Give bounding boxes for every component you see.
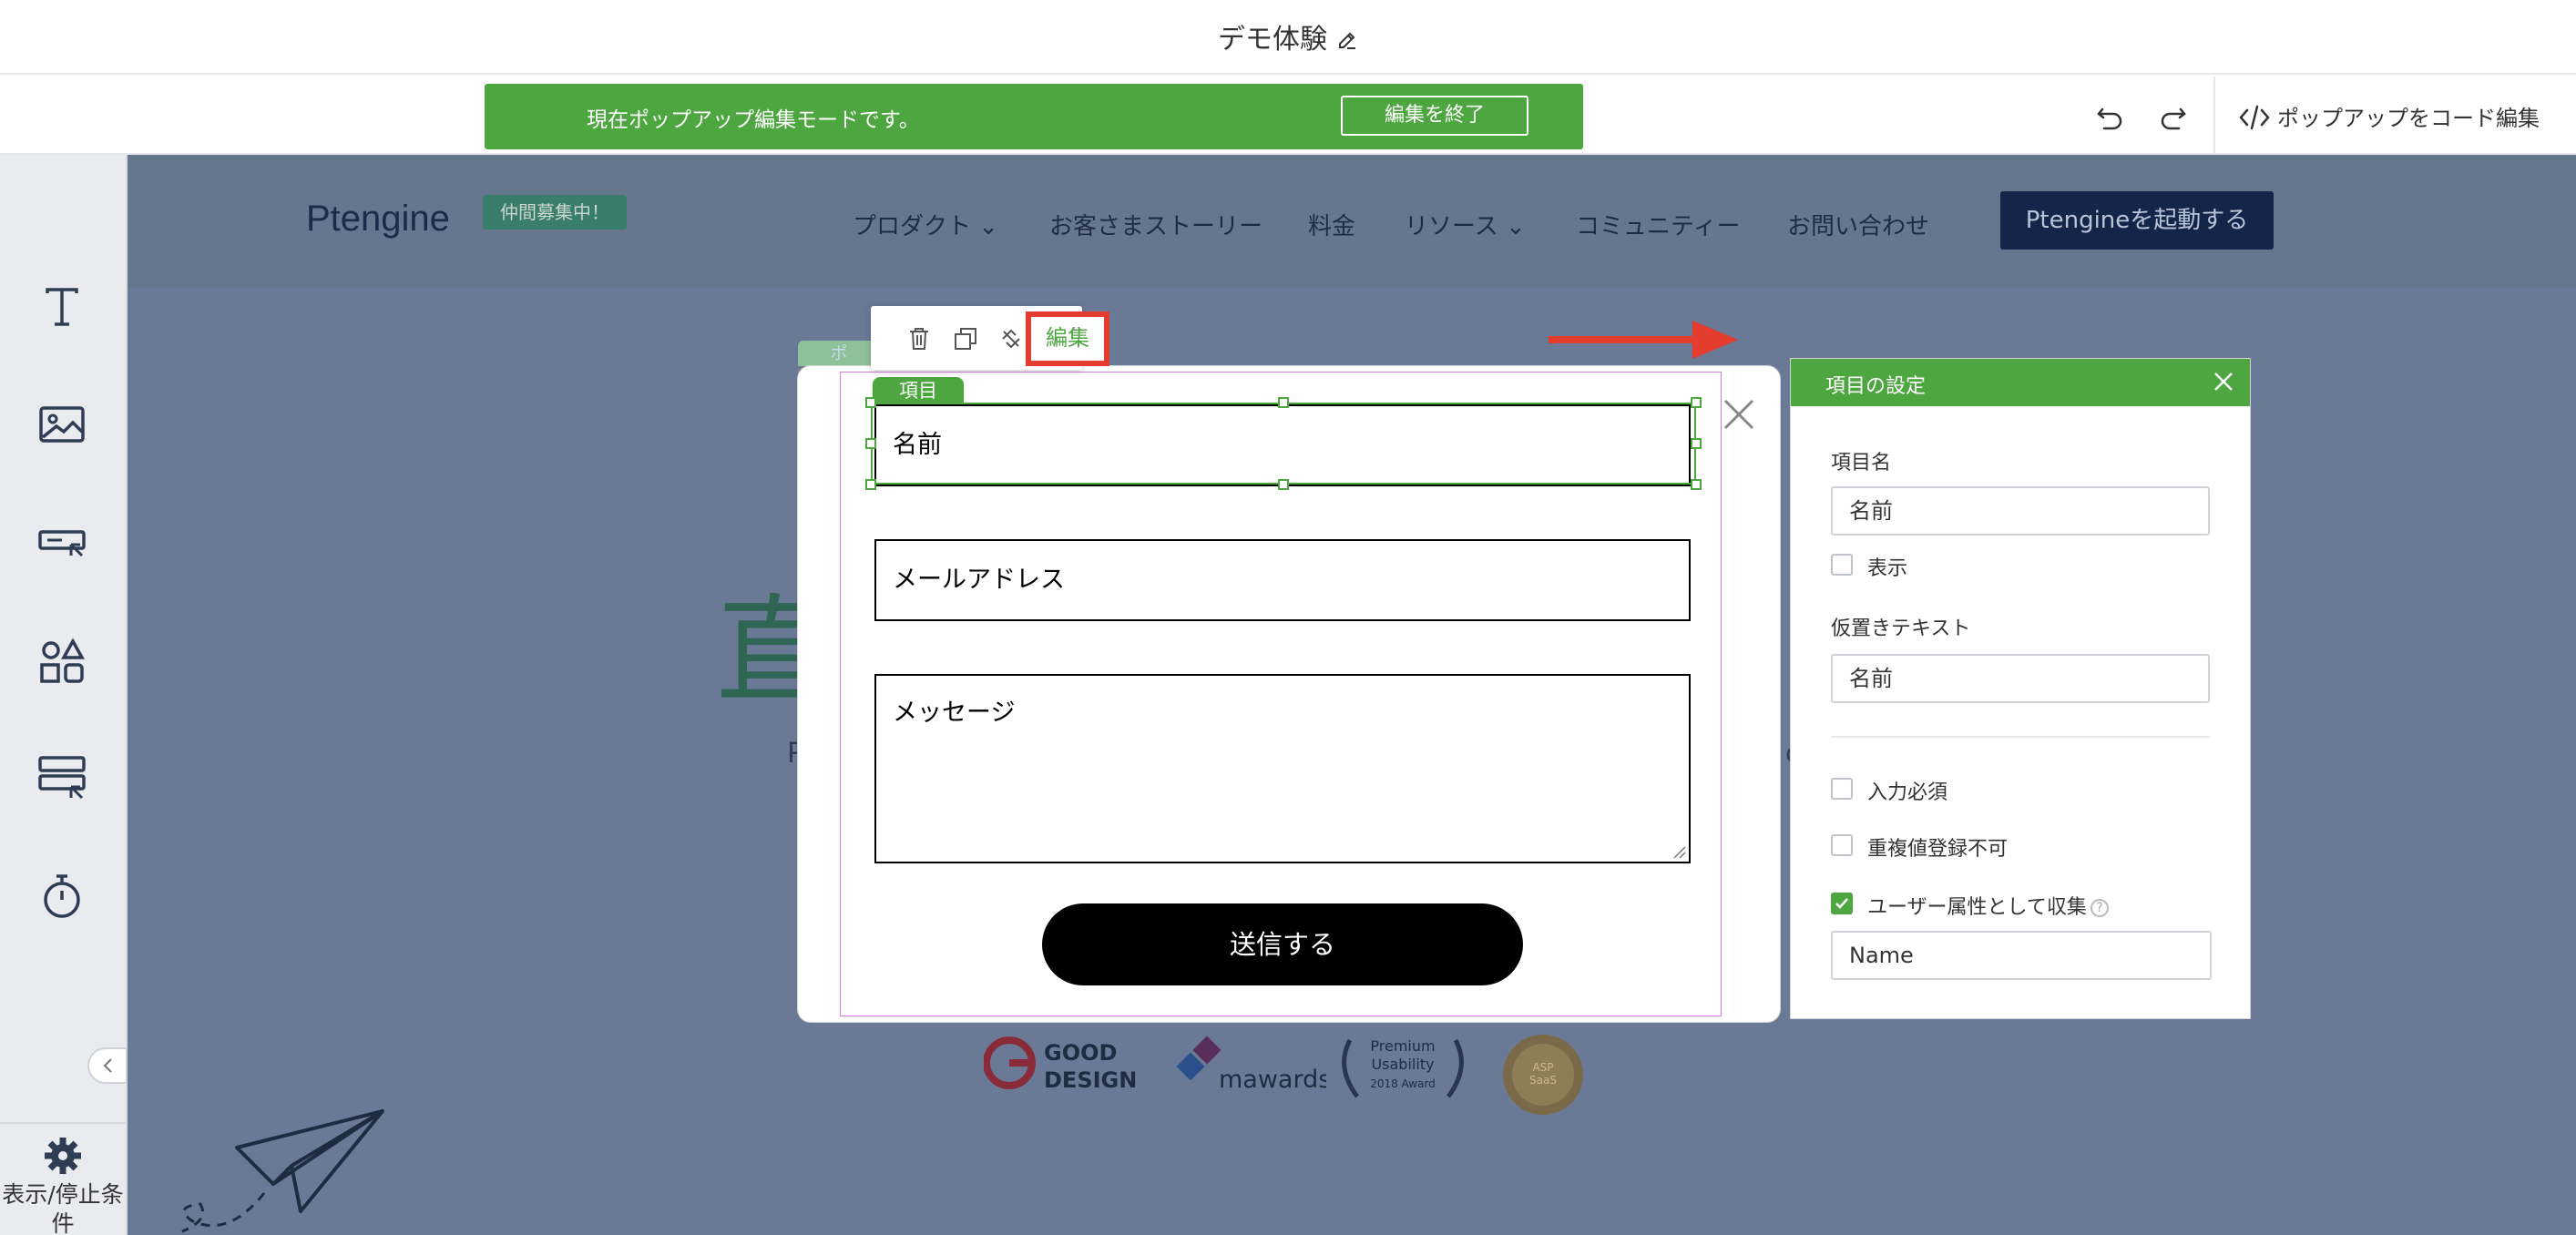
site-logo: Ptengine	[306, 199, 450, 239]
message-field[interactable]: メッセージ	[874, 674, 1691, 863]
form-tool-icon[interactable]	[35, 750, 89, 805]
image-tool-icon[interactable]	[35, 397, 89, 452]
resize-handle[interactable]	[865, 397, 876, 408]
edit-item-button[interactable]: 編集	[1026, 311, 1109, 366]
placeholder-input[interactable]: 名前	[1831, 654, 2210, 703]
show-label-text: 表示	[1867, 557, 1908, 580]
display-conditions-label: 表示/停止条件	[2, 1181, 124, 1235]
attribute-name-input[interactable]: Name	[1831, 931, 2212, 980]
premium-usability-award-logo: Premium Usability 2018 Award	[1342, 1037, 1464, 1098]
code-icon	[2239, 105, 2270, 130]
close-icon[interactable]	[1718, 393, 1760, 435]
svg-text:ASP: ASP	[1532, 1061, 1553, 1074]
unlink-icon[interactable]	[998, 326, 1024, 352]
nav-item-contact: お問い合わせ	[1787, 213, 1930, 240]
duplicate-icon[interactable]	[953, 326, 978, 352]
resize-handle[interactable]	[1691, 397, 1702, 408]
site-header: Ptengine 仲間募集中！ プロダクト ⌄ お客さまストーリー 料金 リソー…	[128, 155, 2576, 288]
pencil-icon[interactable]	[1336, 29, 1358, 51]
element-toolbar: 編集	[871, 306, 1109, 370]
close-icon[interactable]	[2212, 370, 2235, 393]
shapes-tool-icon[interactable]	[35, 634, 89, 689]
settings-header: 項目の設定	[1791, 359, 2250, 406]
required-label: 入力必須	[1867, 781, 1948, 804]
good-design-award-logo: GOOD DESIGN	[984, 1036, 1137, 1093]
submit-button[interactable]: 送信する	[1042, 903, 1523, 985]
collect-attribute-label: ユーザー属性として収集?	[1867, 891, 2109, 920]
page-title-text: デモ体験	[1218, 24, 1327, 56]
nav-item-community: コミュニティー	[1576, 213, 1741, 240]
launch-ptengine-button: Ptengineを起動する	[2000, 191, 2274, 250]
svg-text:SaaS: SaaS	[1529, 1074, 1557, 1087]
svg-text:2018 Award: 2018 Award	[1370, 1077, 1436, 1090]
resize-handle[interactable]	[1691, 438, 1702, 449]
resize-handle[interactable]	[1278, 479, 1289, 490]
page-title[interactable]: デモ体験	[0, 16, 2576, 56]
checkmark-icon	[1835, 898, 1848, 909]
nav-item-product: プロダクト ⌄	[853, 213, 999, 240]
svg-text:GOOD: GOOD	[1044, 1040, 1117, 1066]
chevron-left-icon	[103, 1058, 112, 1073]
trash-icon[interactable]	[907, 326, 931, 352]
nav-item-resources: リソース ⌄	[1405, 213, 1526, 240]
hiring-badge: 仲間募集中！	[483, 195, 627, 230]
gear-icon	[45, 1138, 81, 1174]
required-checkbox[interactable]	[1831, 778, 1853, 800]
asp-saas-award-logo: ASP SaaS	[1503, 1035, 1583, 1115]
text-tool-icon[interactable]	[35, 281, 89, 335]
collect-attribute-checkbox[interactable]	[1831, 893, 1853, 914]
svg-text:Usability: Usability	[1371, 1056, 1434, 1073]
item-name-label: 項目名	[1831, 452, 1892, 475]
message-placeholder: メッセージ	[893, 699, 1016, 727]
code-edit-button[interactable]: ポップアップをコード編集	[2239, 100, 2540, 132]
redo-icon[interactable]	[2155, 98, 2192, 135]
show-label-checkbox[interactable]	[1831, 554, 1853, 576]
sidebar-collapse-button[interactable]	[87, 1047, 128, 1084]
timer-tool-icon[interactable]	[35, 869, 89, 924]
item-name-input[interactable]: 名前	[1831, 486, 2210, 536]
edit-mode-message: 現在ポップアップ編集モードです。	[587, 108, 920, 132]
settings-divider	[1831, 736, 2210, 738]
edit-mode-banner: 現在ポップアップ編集モードです。 編集を終了	[485, 84, 1583, 149]
resize-grip-icon[interactable]	[1671, 843, 1687, 860]
nav-item-pricing: 料金	[1308, 213, 1356, 240]
popup-tag[interactable]: ポ	[798, 341, 880, 366]
mawards-logo: mawards	[1176, 1036, 1326, 1094]
item-settings-panel: 項目の設定 項目名 名前 表示 仮置きテキスト 名前 入力必須 重複値登録不可 …	[1791, 359, 2250, 1018]
selection-box	[871, 403, 1696, 485]
svg-text:mawards: mawards	[1219, 1066, 1326, 1094]
email-field[interactable]: メールアドレス	[874, 539, 1691, 621]
paper-plane-illustration	[181, 1109, 384, 1233]
no-duplicate-checkbox[interactable]	[1831, 834, 1853, 856]
svg-text:Premium: Premium	[1370, 1037, 1435, 1055]
toolbar-divider	[2213, 77, 2215, 155]
title-bar: デモ体験	[0, 0, 2576, 75]
end-edit-button[interactable]: 編集を終了	[1341, 96, 1528, 136]
resize-handle[interactable]	[1691, 479, 1702, 490]
settings-title: 項目の設定	[1825, 375, 1927, 398]
resize-handle[interactable]	[865, 438, 876, 449]
selected-item-tag: 項目	[873, 377, 964, 404]
placeholder-label: 仮置きテキスト	[1831, 618, 1971, 640]
help-icon[interactable]: ?	[2090, 899, 2109, 917]
arrow-right-icon	[1549, 321, 1738, 359]
editor-toolbar: 現在ポップアップ編集モードです。 編集を終了 ポップアップをコード編集	[0, 77, 2576, 155]
no-duplicate-label: 重複値登録不可	[1867, 838, 2009, 861]
nav-item-stories: お客さまストーリー	[1049, 213, 1263, 240]
undo-icon[interactable]	[2091, 98, 2128, 135]
resize-handle[interactable]	[865, 479, 876, 490]
code-edit-label: ポップアップをコード編集	[2277, 106, 2540, 131]
resize-handle[interactable]	[1278, 397, 1289, 408]
svg-text:DESIGN: DESIGN	[1044, 1067, 1137, 1093]
display-conditions-button[interactable]: 表示/停止条件	[0, 1122, 126, 1235]
tool-sidebar: 表示/停止条件	[0, 155, 128, 1235]
input-tool-icon[interactable]	[35, 515, 89, 570]
